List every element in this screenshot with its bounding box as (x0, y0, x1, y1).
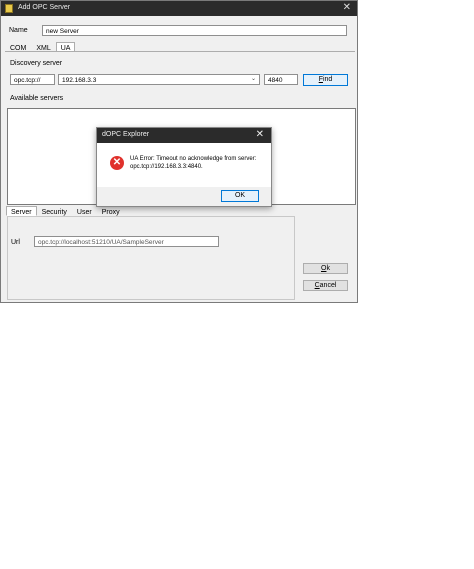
dialog-body: ✕ UA Error: Timeout no acknowledge from … (97, 143, 271, 187)
port-input[interactable]: 4840 (264, 74, 298, 85)
dialog-ok-label: OK (234, 192, 246, 199)
host-value: 192.168.3.3 (62, 77, 97, 84)
dialog-close-icon[interactable]: ✕ (256, 129, 264, 141)
ok-button[interactable]: Ok (303, 263, 348, 274)
error-icon: ✕ (110, 156, 124, 170)
server-panel: Url opc.tcp://localhost:51210/UA/SampleS… (7, 216, 295, 300)
protocol-input[interactable]: opc.tcp:// (10, 74, 55, 85)
title-bar: Add OPC Server ✕ (1, 1, 357, 16)
ok-button-label: Ok (321, 265, 330, 272)
cancel-button[interactable]: Cancel (303, 280, 348, 291)
dialog-ok-button[interactable]: OK (221, 190, 259, 202)
tab-divider (5, 51, 355, 52)
dialog-message: UA Error: Timeout no acknowledge from se… (130, 155, 268, 171)
url-label: Url (11, 239, 20, 246)
dialog-footer: OK (97, 187, 271, 206)
find-button-label: Find (318, 76, 333, 83)
name-label: Name (9, 27, 28, 34)
name-input[interactable]: new Server (42, 25, 347, 36)
cancel-button-label: Cancel (314, 282, 337, 289)
tab-security[interactable]: Security (37, 206, 72, 216)
find-button[interactable]: Find (303, 74, 348, 86)
app-icon (5, 4, 13, 13)
settings-tabs: Server Security User Proxy (6, 206, 125, 216)
close-icon[interactable]: ✕ (343, 2, 351, 14)
tab-server[interactable]: Server (6, 206, 37, 216)
discovery-server-label: Discovery server (10, 60, 63, 67)
available-servers-label: Available servers (10, 95, 64, 102)
host-dropdown[interactable]: 192.168.3.3 ⌄ (58, 74, 260, 85)
error-dialog: dOPC Explorer ✕ ✕ UA Error: Timeout no a… (96, 127, 272, 207)
url-input[interactable]: opc.tcp://localhost:51210/UA/SampleServe… (34, 236, 219, 247)
tab-proxy[interactable]: Proxy (97, 206, 125, 216)
dialog-title: dOPC Explorer (102, 131, 150, 138)
dialog-message-line1: UA Error: Timeout no acknowledge from se… (130, 156, 257, 162)
tab-user[interactable]: User (72, 206, 97, 216)
chevron-down-icon[interactable]: ⌄ (251, 76, 256, 83)
dialog-message-line2: opc.tcp://192.168.3.3:4840. (130, 164, 203, 170)
window-title: Add OPC Server (18, 4, 71, 11)
dialog-title-bar: dOPC Explorer ✕ (97, 128, 271, 143)
